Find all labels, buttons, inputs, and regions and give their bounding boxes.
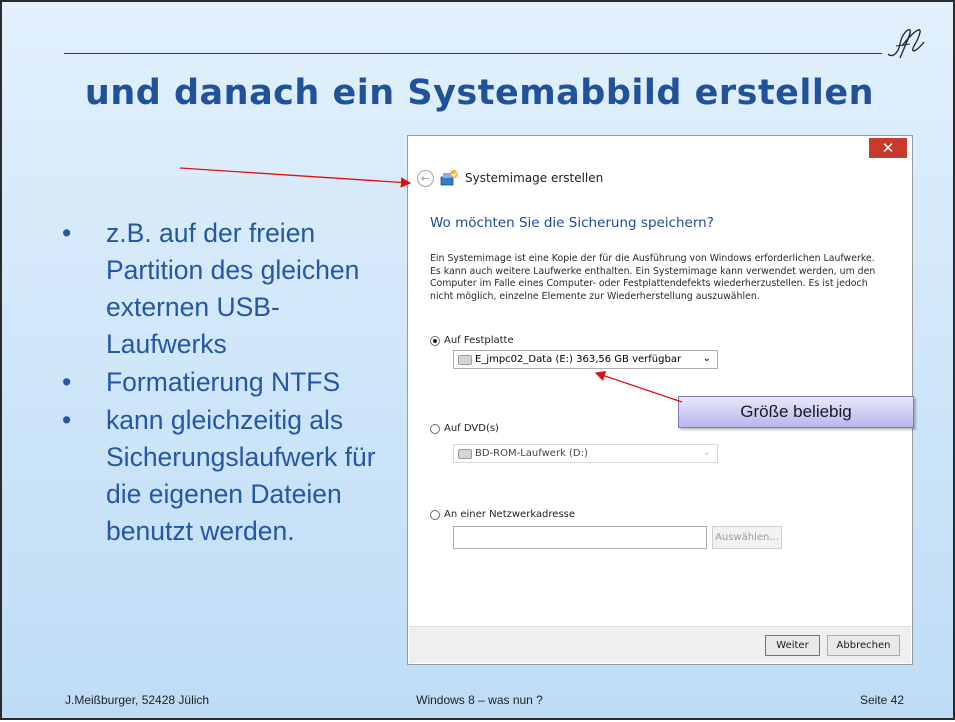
- footer-page-number: Seite 42: [859, 693, 904, 707]
- bullet-item: • z.B. auf der freien Partition des gleic…: [58, 215, 398, 363]
- bullet-list: • z.B. auf der freien Partition des gleic…: [58, 215, 398, 551]
- close-button[interactable]: ✕: [869, 138, 907, 158]
- arrow-to-dialog-title: [179, 167, 412, 188]
- radio-dvd[interactable]: [430, 423, 440, 434]
- cancel-button[interactable]: Abbrechen: [827, 635, 900, 656]
- dvd-select-value: BD-ROM-Laufwerk (D:): [475, 448, 588, 459]
- radio-dvd-row[interactable]: Auf DVD(s): [430, 423, 499, 434]
- dvd-select[interactable]: BD-ROM-Laufwerk (D:) ⌄: [453, 444, 718, 463]
- chevron-down-icon: ⌄: [702, 353, 711, 364]
- bullet-dot-icon: •: [62, 218, 72, 248]
- radio-hdd[interactable]: [430, 335, 440, 346]
- radio-hdd-label: Auf Festplatte: [444, 335, 514, 346]
- radio-dvd-label: Auf DVD(s): [444, 423, 499, 434]
- bullet-dot-icon: •: [62, 367, 72, 397]
- dialog-heading: Wo möchten Sie die Sicherung speichern?: [430, 215, 714, 231]
- hdd-select[interactable]: E_jmpc02_Data (E:) 363,56 GB verfügbar ⌄: [453, 350, 718, 369]
- slide: und danach ein Systemabbild erstellen • z…: [0, 0, 955, 720]
- radio-network[interactable]: [430, 509, 440, 520]
- top-rule: [64, 53, 882, 54]
- footer-topic: Windows 8 – was nun ?: [416, 693, 543, 707]
- slide-title: und danach ein Systemabbild erstellen: [84, 73, 875, 113]
- bullet-dot-icon: •: [62, 405, 72, 435]
- dialog-description: Ein Systemimage ist eine Kopie der für d…: [430, 253, 876, 302]
- dvd-drive-icon: [458, 448, 472, 459]
- hdd-select-value: E_jmpc02_Data (E:) 363,56 GB verfügbar: [475, 354, 682, 365]
- signature-logo-icon: [887, 28, 925, 59]
- size-callout: Größe beliebig: [678, 396, 914, 428]
- network-address-input[interactable]: [453, 526, 707, 549]
- bullet-item: • Formatierung NTFS: [58, 364, 398, 401]
- bullet-item: • kann gleichzeitig als Sicherungslaufwer…: [58, 402, 398, 550]
- chevron-down-icon: ⌄: [702, 447, 711, 458]
- backup-app-icon: [440, 170, 458, 186]
- dialog-footer: Weiter Abbrechen: [409, 626, 911, 663]
- next-button[interactable]: Weiter: [765, 635, 820, 656]
- dialog-title: Systemimage erstellen: [465, 171, 604, 185]
- radio-hdd-row[interactable]: Auf Festplatte: [430, 335, 514, 346]
- radio-network-row[interactable]: An einer Netzwerkadresse: [430, 509, 575, 520]
- drive-icon: [458, 354, 472, 365]
- radio-network-label: An einer Netzwerkadresse: [444, 509, 576, 520]
- browse-button[interactable]: Auswählen...: [712, 526, 782, 549]
- back-arrow-icon[interactable]: ←: [417, 170, 434, 187]
